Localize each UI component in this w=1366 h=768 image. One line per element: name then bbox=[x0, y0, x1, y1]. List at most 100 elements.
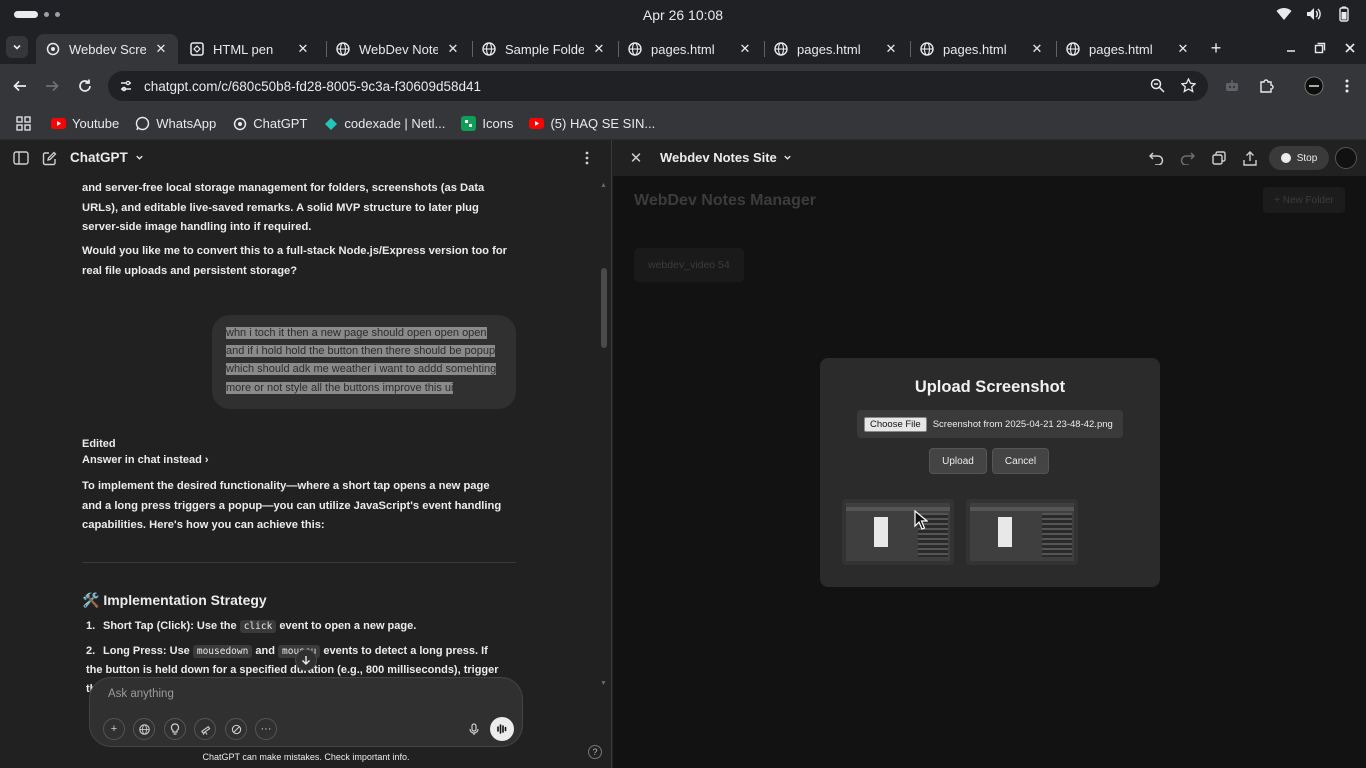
assistant-paragraph: Would you like me to convert this to a f… bbox=[82, 245, 508, 277]
web-search-globe-icon[interactable] bbox=[133, 718, 155, 740]
tab-webdev-notes[interactable]: WebDev Note ✕ bbox=[326, 34, 470, 64]
restore-button[interactable] bbox=[1310, 38, 1330, 58]
chatgpt-icon bbox=[232, 116, 247, 131]
voice-mode-button[interactable] bbox=[490, 717, 514, 741]
avatar[interactable] bbox=[1335, 147, 1357, 169]
battery-icon[interactable] bbox=[1336, 6, 1352, 22]
reason-lightbulb-icon[interactable] bbox=[164, 718, 186, 740]
whatsapp-icon bbox=[135, 116, 150, 131]
message-input[interactable] bbox=[108, 688, 468, 700]
scroll-down-arrow-icon[interactable]: ▼ bbox=[600, 680, 607, 687]
more-options-icon[interactable] bbox=[578, 149, 596, 167]
netlify-icon bbox=[323, 116, 338, 131]
close-icon[interactable]: ✕ bbox=[1176, 41, 1190, 56]
image-create-icon[interactable] bbox=[225, 718, 247, 740]
list-number: 2. bbox=[86, 645, 96, 657]
tab-sample-folder[interactable]: Sample Folde ✕ bbox=[472, 34, 616, 64]
close-icon[interactable]: ✕ bbox=[884, 41, 898, 56]
close-icon[interactable]: ✕ bbox=[296, 41, 310, 56]
bookmark-haq-se-sin[interactable]: (5) HAQ SE SIN... bbox=[529, 116, 655, 131]
undo-icon[interactable] bbox=[1147, 149, 1165, 167]
section-heading: 🛠️ Implementation Strategy bbox=[82, 592, 267, 609]
scrollbar-thumb[interactable] bbox=[601, 268, 607, 348]
close-icon[interactable]: ✕ bbox=[446, 41, 460, 56]
bookmark-icons[interactable]: Icons bbox=[461, 116, 513, 131]
deep-research-telescope-icon[interactable] bbox=[194, 718, 216, 740]
system-tray[interactable] bbox=[1276, 6, 1352, 22]
bookmark-whatsapp[interactable]: WhatsApp bbox=[135, 116, 216, 131]
sidebar-toggle-icon[interactable] bbox=[12, 149, 30, 167]
tab-pages-html-1[interactable]: pages.html ✕ bbox=[618, 34, 762, 64]
canvas-title-selector[interactable]: Webdev Notes Site bbox=[660, 150, 792, 165]
redo-icon[interactable] bbox=[1178, 149, 1196, 167]
tab-html-pen[interactable]: HTML pen ✕ bbox=[180, 34, 320, 64]
url-text[interactable]: chatgpt.com/c/680c50b8-fd28-8005-9c3a-f3… bbox=[144, 79, 481, 94]
choose-file-button[interactable]: Choose File bbox=[864, 416, 927, 432]
globe-icon bbox=[628, 42, 642, 56]
tab-pages-html-3[interactable]: pages.html ✕ bbox=[910, 34, 1054, 64]
cancel-button[interactable]: Cancel bbox=[992, 448, 1049, 474]
new-tab-button[interactable]: + bbox=[1206, 38, 1226, 58]
answer-in-chat-link[interactable]: Answer in chat instead › bbox=[82, 454, 209, 466]
os-clock[interactable]: Apr 26 10:08 bbox=[643, 7, 723, 23]
globe-icon bbox=[482, 42, 496, 56]
file-input[interactable]: Choose File Screenshot from 2025-04-21 2… bbox=[857, 410, 1123, 438]
help-button[interactable]: ? bbox=[588, 745, 602, 759]
new-folder-button[interactable]: + New Folder bbox=[1263, 187, 1345, 213]
bookmark-chatgpt[interactable]: ChatGPT bbox=[232, 116, 307, 131]
profile-avatar[interactable] bbox=[1304, 76, 1324, 96]
upload-screenshot-modal: Upload Screenshot Choose File Screenshot… bbox=[820, 358, 1160, 587]
back-button[interactable] bbox=[10, 76, 30, 96]
chat-scrollbar[interactable]: ▲ ▼ bbox=[599, 182, 609, 692]
volume-icon[interactable] bbox=[1306, 6, 1322, 22]
tab-title: pages.html bbox=[797, 41, 861, 57]
extension-robot-icon[interactable] bbox=[1222, 76, 1242, 96]
upload-button[interactable]: Upload bbox=[929, 448, 987, 474]
tab-title: Sample Folde bbox=[505, 41, 584, 57]
bookmark-youtube[interactable]: Youtube bbox=[51, 116, 119, 131]
copy-icon[interactable] bbox=[1210, 149, 1228, 167]
minimize-button[interactable] bbox=[1281, 38, 1301, 58]
tab-pages-html-2[interactable]: pages.html ✕ bbox=[764, 34, 908, 64]
forward-button[interactable] bbox=[42, 76, 62, 96]
tab-search-button[interactable] bbox=[6, 36, 28, 58]
new-chat-icon[interactable] bbox=[40, 149, 58, 167]
close-canvas-icon[interactable]: ✕ bbox=[627, 149, 645, 167]
tab-pages-html-4[interactable]: pages.html ✕ bbox=[1056, 34, 1200, 64]
share-upload-icon[interactable] bbox=[1241, 149, 1259, 167]
close-icon[interactable]: ✕ bbox=[1030, 41, 1044, 56]
folder-card[interactable]: webdev_video 54 bbox=[634, 248, 744, 282]
scroll-up-arrow-icon[interactable]: ▲ bbox=[600, 182, 607, 189]
scroll-to-bottom-button[interactable] bbox=[295, 649, 317, 671]
browser-menu-icon[interactable] bbox=[1337, 76, 1357, 96]
more-tools-icon[interactable]: ··· bbox=[255, 718, 277, 740]
arrow-right-icon bbox=[46, 80, 59, 92]
tab-webdev-screenshot[interactable]: Webdev Scre ✕ bbox=[36, 34, 178, 64]
stop-button[interactable]: Stop bbox=[1269, 146, 1329, 170]
os-top-bar: Apr 26 10:08 bbox=[0, 0, 1366, 30]
tab-strip: Webdev Scre ✕ HTML pen ✕ WebDev Note ✕ S… bbox=[0, 30, 1366, 64]
close-window-button[interactable] bbox=[1340, 38, 1360, 58]
reload-button[interactable] bbox=[75, 76, 95, 96]
edited-label: Edited bbox=[82, 438, 116, 450]
close-icon[interactable]: ✕ bbox=[154, 41, 168, 56]
dictate-mic-icon[interactable] bbox=[464, 719, 484, 739]
list-item: 1. Short Tap (Click): Use the click event… bbox=[86, 617, 506, 636]
wifi-icon[interactable] bbox=[1276, 6, 1292, 22]
site-info-icon[interactable] bbox=[118, 78, 134, 94]
attach-plus-icon[interactable]: + bbox=[103, 718, 125, 740]
bookmark-codexade-netlify[interactable]: codexade | Netl... bbox=[323, 116, 445, 131]
apps-grid-icon[interactable] bbox=[16, 116, 31, 131]
workspace-indicator[interactable] bbox=[14, 11, 60, 18]
screenshot-thumbnail[interactable] bbox=[966, 499, 1078, 565]
screenshot-thumbnail[interactable] bbox=[842, 499, 954, 565]
canvas-header: ✕ Webdev Notes Site Stop bbox=[613, 140, 1366, 176]
extensions-puzzle-icon[interactable] bbox=[1256, 76, 1276, 96]
bookmark-star-icon[interactable] bbox=[1180, 77, 1197, 98]
close-icon[interactable]: ✕ bbox=[738, 41, 752, 56]
model-selector[interactable]: ChatGPT bbox=[70, 150, 144, 165]
close-icon[interactable]: ✕ bbox=[592, 41, 606, 56]
zoom-icon[interactable] bbox=[1150, 78, 1165, 98]
address-bar[interactable]: chatgpt.com/c/680c50b8-fd28-8005-9c3a-f3… bbox=[108, 71, 1208, 101]
preview-app-title: WebDev Notes Manager bbox=[634, 192, 816, 209]
